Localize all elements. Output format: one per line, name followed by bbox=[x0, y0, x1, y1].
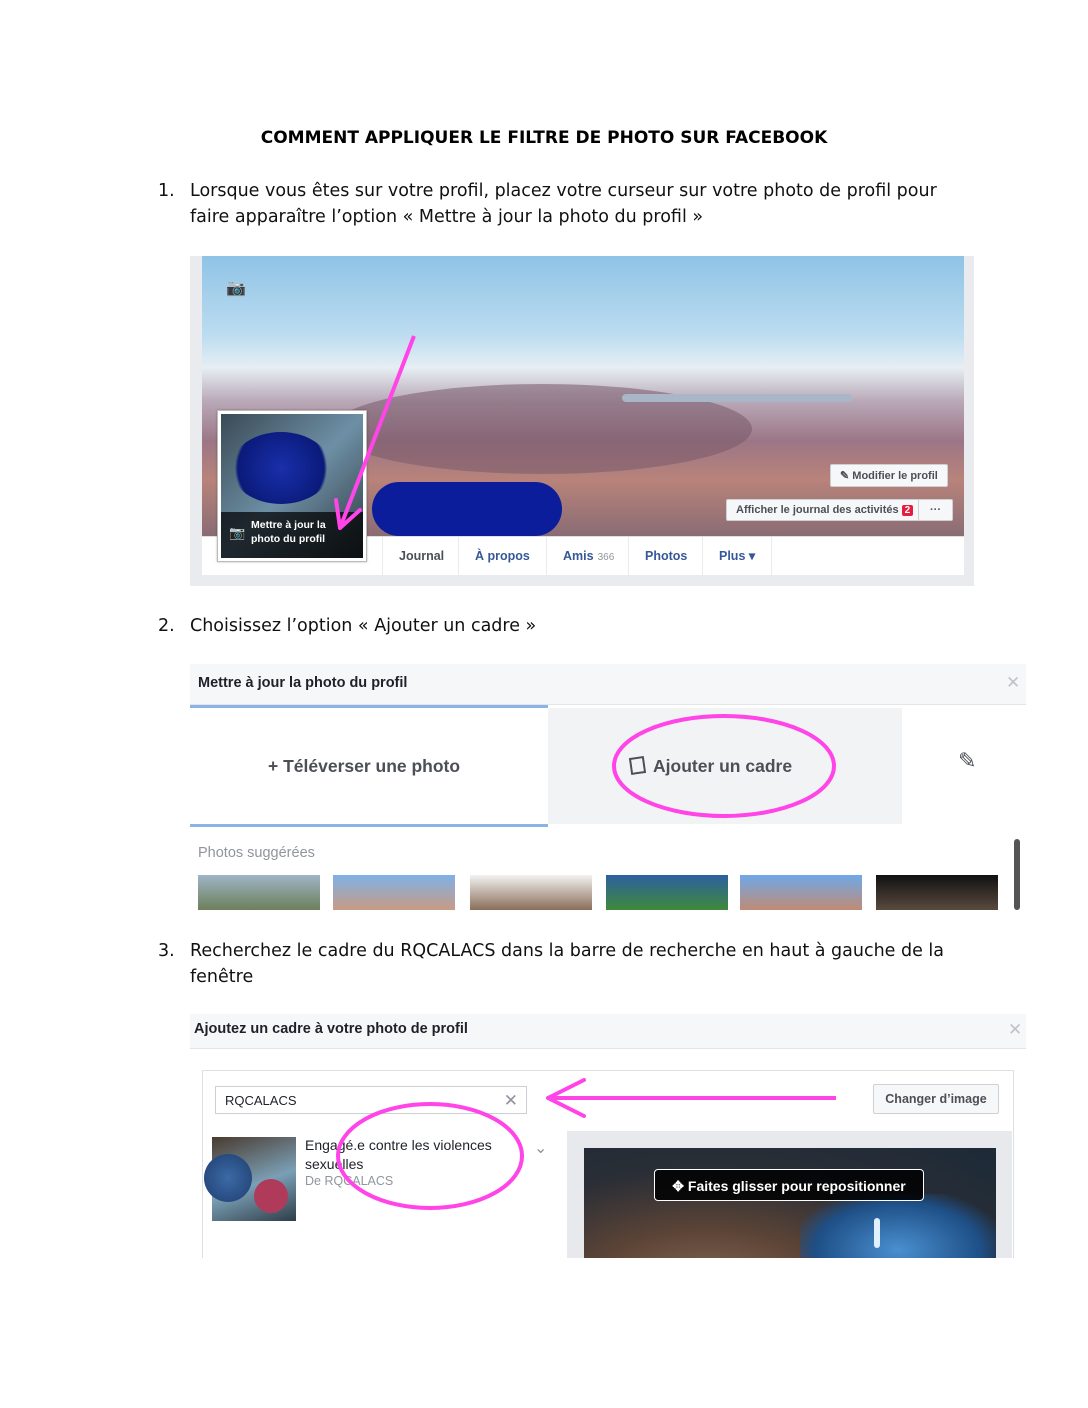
profile-screenshot: 📷 ✎ Modifier le profil Afficher le journ… bbox=[190, 256, 974, 586]
annotation-marks bbox=[336, 1078, 836, 1210]
add-frame-dialog-screenshot: Ajoutez un cadre à votre photo de profil… bbox=[190, 1014, 1026, 1258]
step-text: Choisissez l’option « Ajouter un cadre » bbox=[190, 616, 537, 636]
step-2: 2. Choisissez l’option « Ajouter un cadr… bbox=[158, 613, 948, 639]
step-number: 1. bbox=[158, 181, 175, 201]
annotation-circle bbox=[336, 1102, 524, 1210]
step-text: Recherchez le cadre du RQCALACS dans la … bbox=[190, 941, 945, 987]
annotation-circle bbox=[612, 714, 836, 818]
step-number: 2. bbox=[158, 616, 175, 636]
step-number: 3. bbox=[158, 941, 175, 961]
step-3: 3. Recherchez le cadre du RQCALACS dans … bbox=[158, 938, 948, 990]
update-photo-dialog-screenshot: Mettre à jour la photo du profil ✕ + Tél… bbox=[190, 664, 1026, 910]
step-text: Lorsque vous êtes sur votre profil, plac… bbox=[190, 181, 937, 227]
annotation-arrow bbox=[334, 335, 416, 530]
step-1: 1. Lorsque vous êtes sur votre profil, p… bbox=[158, 178, 948, 230]
document-title: COMMENT APPLIQUER LE FILTRE DE PHOTO SUR… bbox=[260, 128, 828, 148]
